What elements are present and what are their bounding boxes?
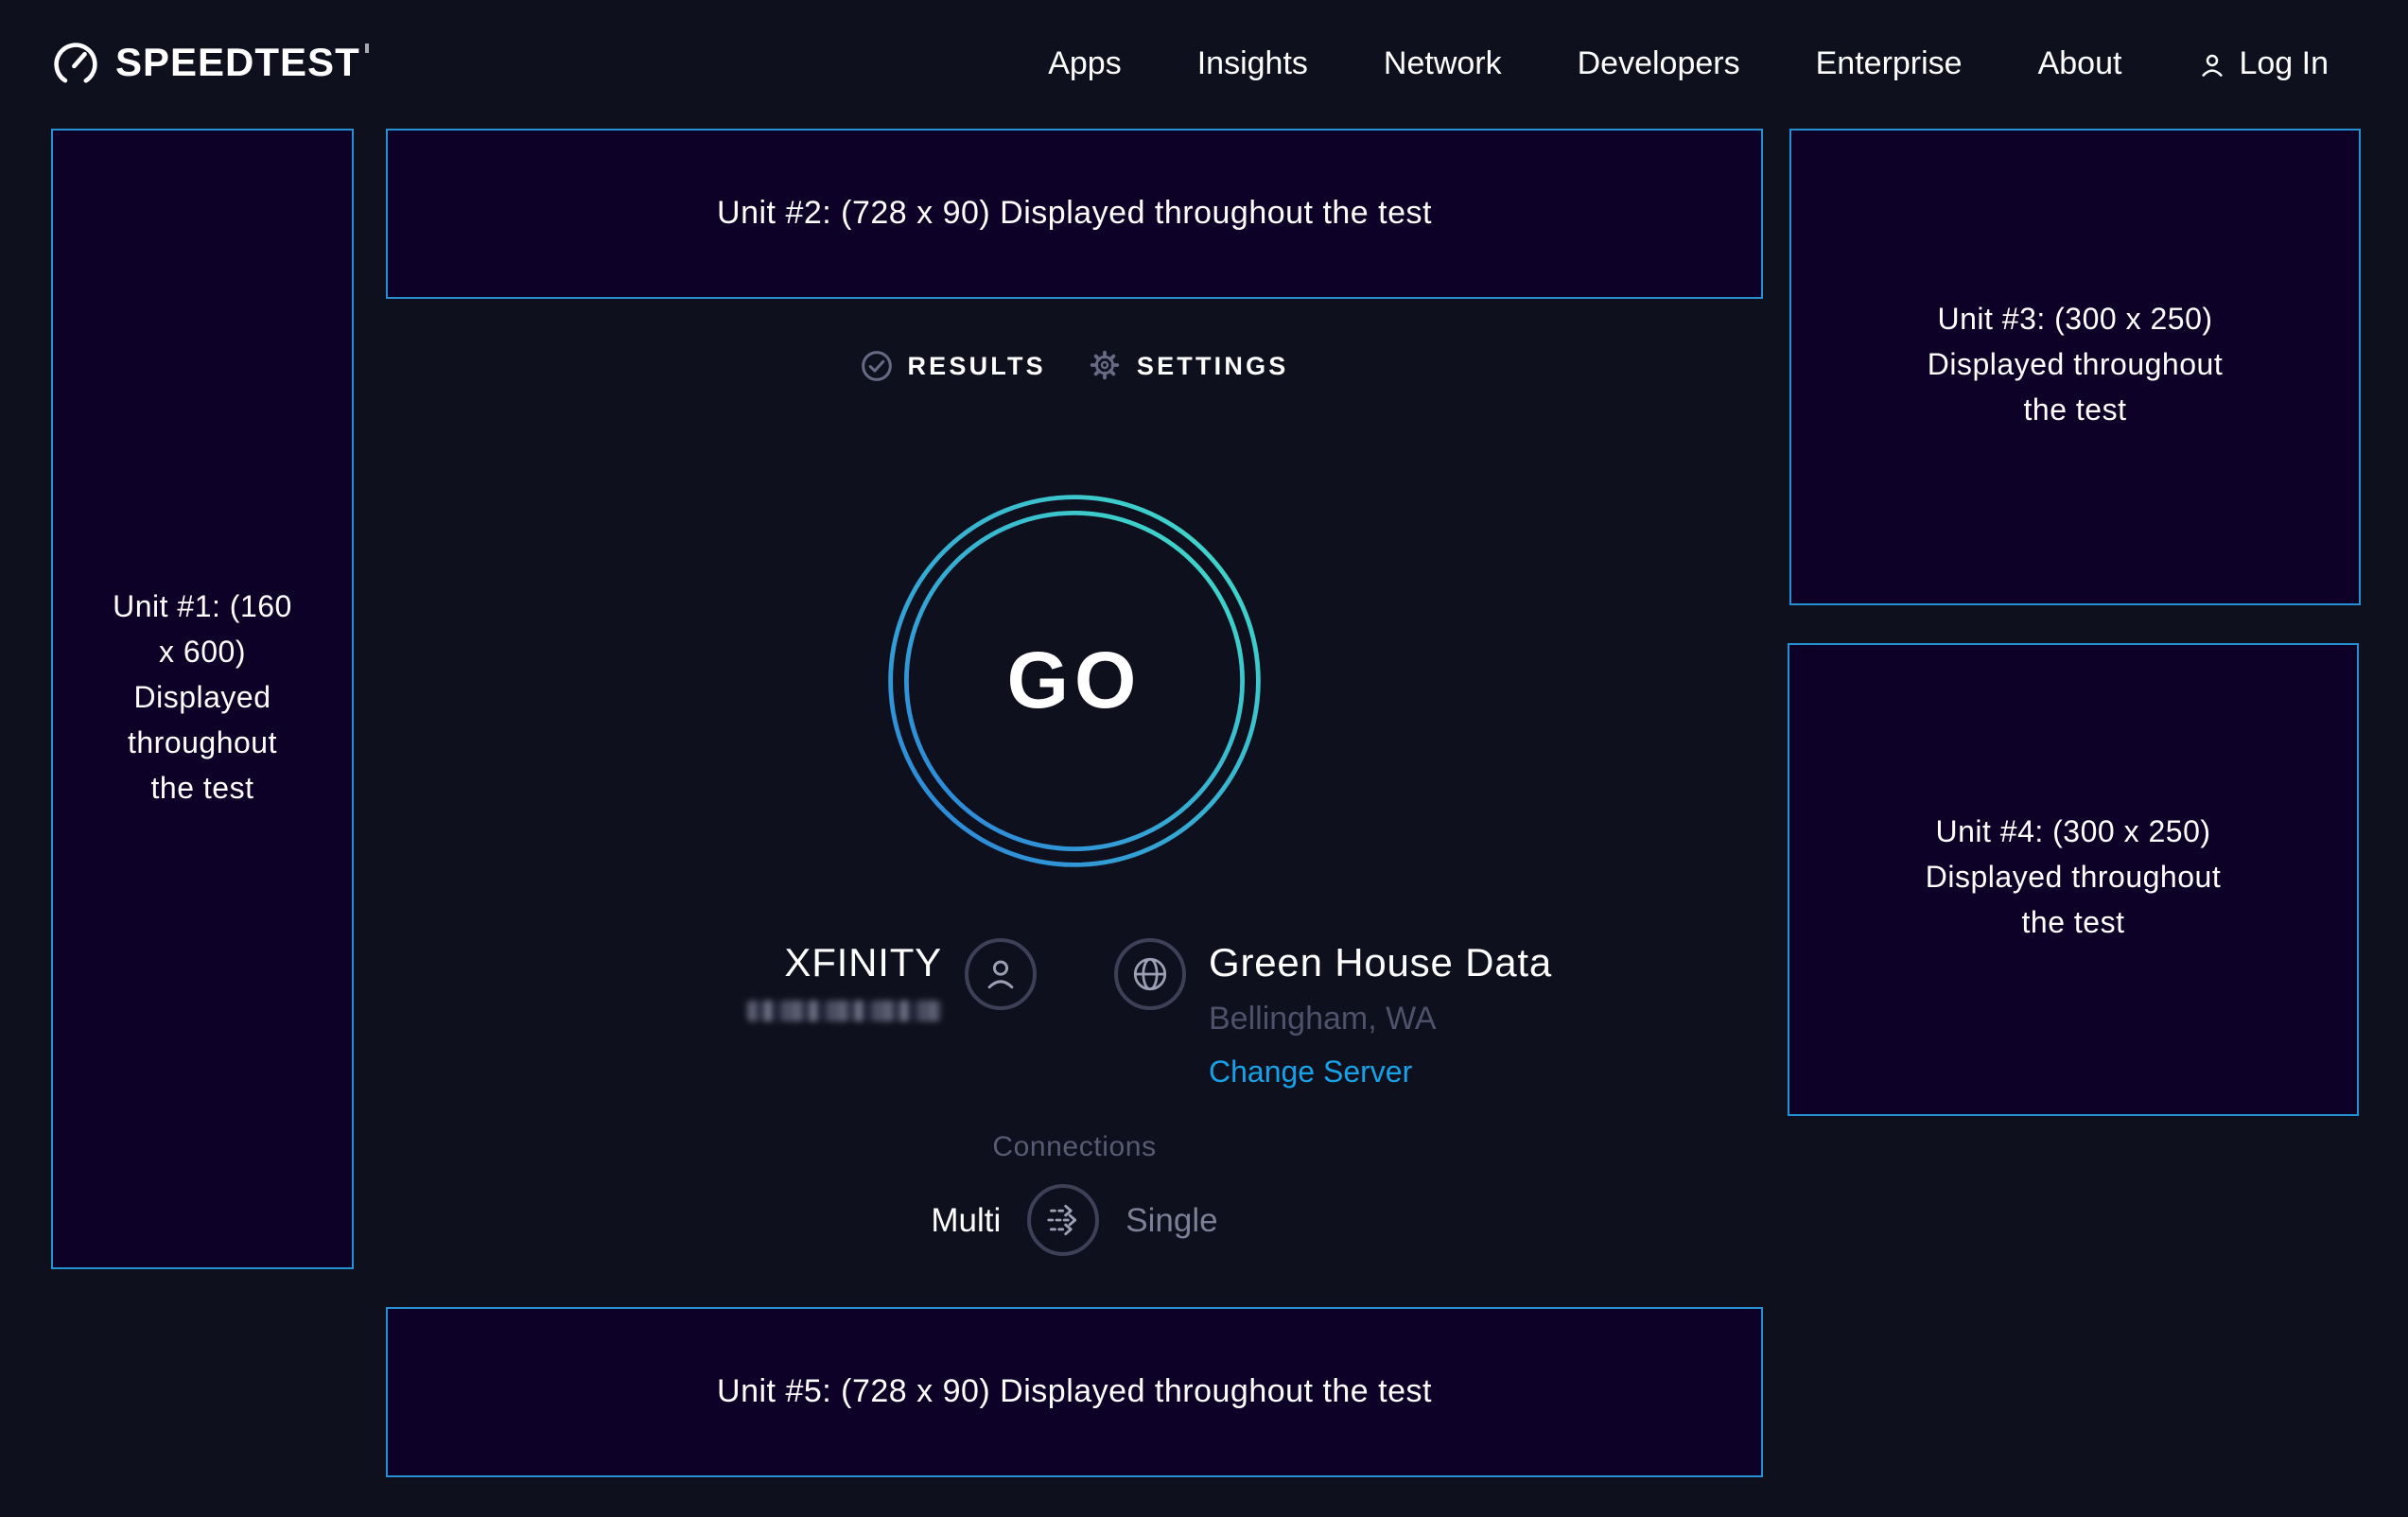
isp-user-icon-circle [965, 938, 1037, 1010]
isp-section: XFINITY [747, 938, 1037, 1021]
login-label: Log In [2239, 45, 2329, 83]
ad-unit-3[interactable]: Unit #3: (300 x 250) Displayed throughou… [1789, 129, 2361, 605]
tab-settings[interactable]: SETTINGS [1088, 348, 1289, 382]
tab-bar: RESULTS SETTINGS [386, 348, 1763, 382]
ad-unit-1-text: Unit #1: (160 x 600) Displayed throughou… [106, 585, 299, 812]
nav-apps[interactable]: Apps [1048, 45, 1122, 83]
server-section: Green House Data Bellingham, WA Change S… [1114, 938, 1552, 1091]
ad-unit-2[interactable]: Unit #2: (728 x 90) Displayed throughout… [386, 129, 1763, 299]
change-server-link[interactable]: Change Server [1209, 1057, 1552, 1091]
nav-enterprise[interactable]: Enterprise [1816, 45, 1963, 83]
go-button[interactable]: GO [885, 492, 1264, 870]
connections-label: Connections [386, 1131, 1763, 1163]
user-icon [980, 953, 1021, 995]
ad-unit-1[interactable]: Unit #1: (160 x 600) Displayed throughou… [51, 129, 354, 1269]
isp-ip-redacted [747, 1001, 942, 1021]
ad-unit-5-text: Unit #5: (728 x 90) Displayed throughout… [717, 1369, 1432, 1417]
ad-unit-2-text: Unit #2: (728 x 90) Displayed throughout… [717, 190, 1432, 238]
top-nav: Apps Insights Network Developers Enterpr… [1048, 0, 2329, 129]
speedtest-logo[interactable]: SPEEDTEST [51, 40, 360, 89]
nav-insights[interactable]: Insights [1197, 45, 1308, 83]
connection-info: XFINITY Green House Data Belling [386, 938, 1763, 1108]
isp-name: XFINITY [747, 938, 942, 984]
connections-multi-option[interactable]: Multi [931, 1200, 1001, 1240]
tab-settings-label: SETTINGS [1137, 351, 1289, 379]
connections-toggle: Multi Single [386, 1184, 1763, 1256]
nav-about[interactable]: About [2038, 45, 2122, 83]
ad-unit-5[interactable]: Unit #5: (728 x 90) Displayed throughout… [386, 1307, 1763, 1477]
nav-developers[interactable]: Developers [1578, 45, 1740, 83]
login-button[interactable]: Log In [2197, 45, 2329, 83]
server-globe-icon-circle [1114, 938, 1186, 1010]
nav-network[interactable]: Network [1384, 45, 1502, 83]
ad-unit-3-text: Unit #3: (300 x 250) Displayed throughou… [1909, 299, 2242, 435]
server-name: Green House Data [1209, 938, 1552, 984]
isp-block: XFINITY [747, 938, 942, 1021]
gear-icon [1088, 348, 1122, 382]
connections-single-option[interactable]: Single [1125, 1200, 1217, 1240]
multi-connections-icon [1031, 1184, 1095, 1256]
server-location: Bellingham, WA [1209, 1001, 1552, 1038]
ad-unit-4[interactable]: Unit #4: (300 x 250) Displayed throughou… [1788, 643, 2359, 1116]
person-icon [2197, 50, 2225, 78]
speedtest-page: SPEEDTEST Apps Insights Network Develope… [0, 0, 2408, 1517]
check-circle-icon [860, 349, 892, 381]
globe-icon [1129, 953, 1171, 995]
tab-results[interactable]: RESULTS [860, 349, 1045, 381]
logo-wordmark: SPEEDTEST [115, 42, 360, 87]
connections-toggle-button[interactable] [1027, 1184, 1099, 1256]
ad-unit-4-text: Unit #4: (300 x 250) Displayed throughou… [1907, 811, 2240, 948]
go-button-label: GO [885, 492, 1264, 870]
server-block: Green House Data Bellingham, WA Change S… [1209, 938, 1552, 1091]
speedometer-icon [51, 40, 100, 89]
tab-results-label: RESULTS [907, 351, 1045, 379]
